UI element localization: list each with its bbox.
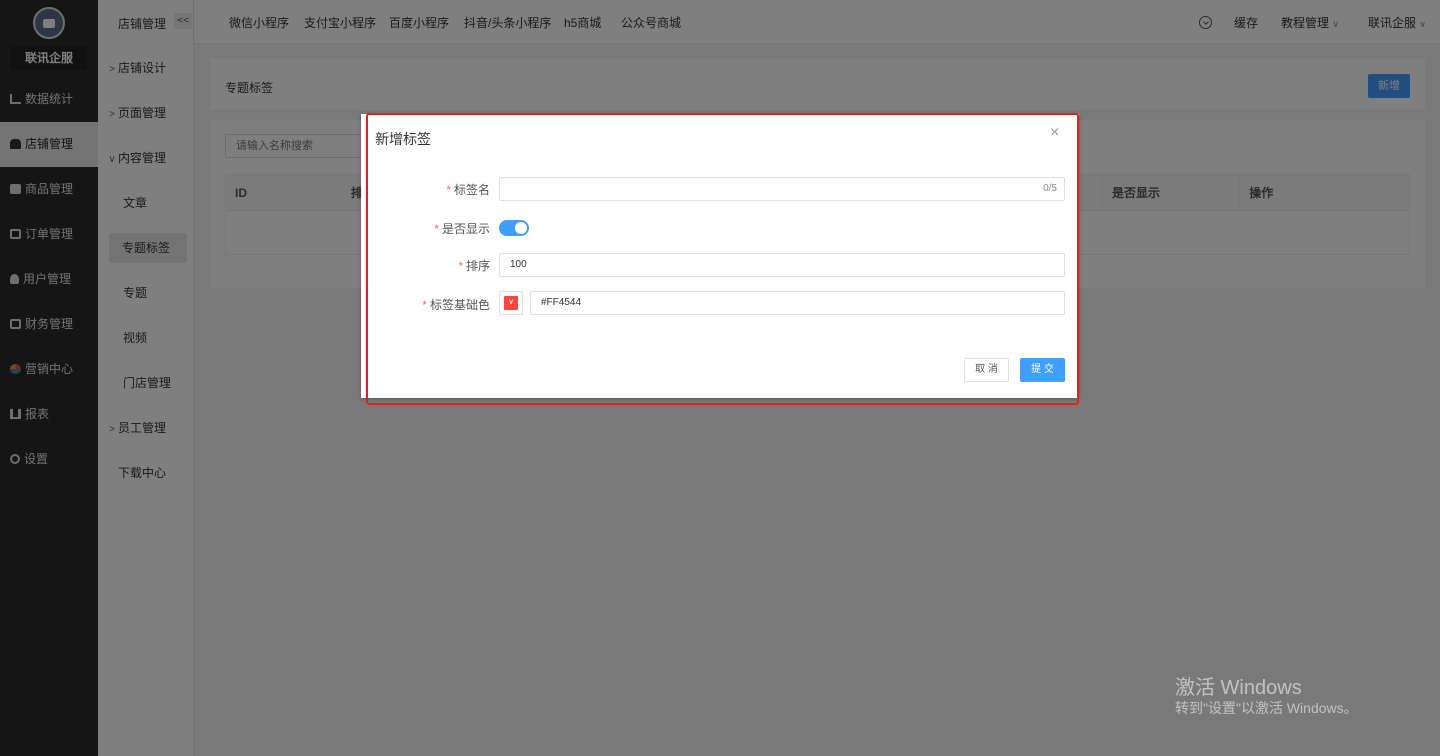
highlight-box [366, 113, 1079, 405]
activation-watermark-text: 转到"设置"以激活 Windows。 [1175, 700, 1358, 716]
activation-watermark-title: 激活 Windows [1175, 677, 1302, 699]
